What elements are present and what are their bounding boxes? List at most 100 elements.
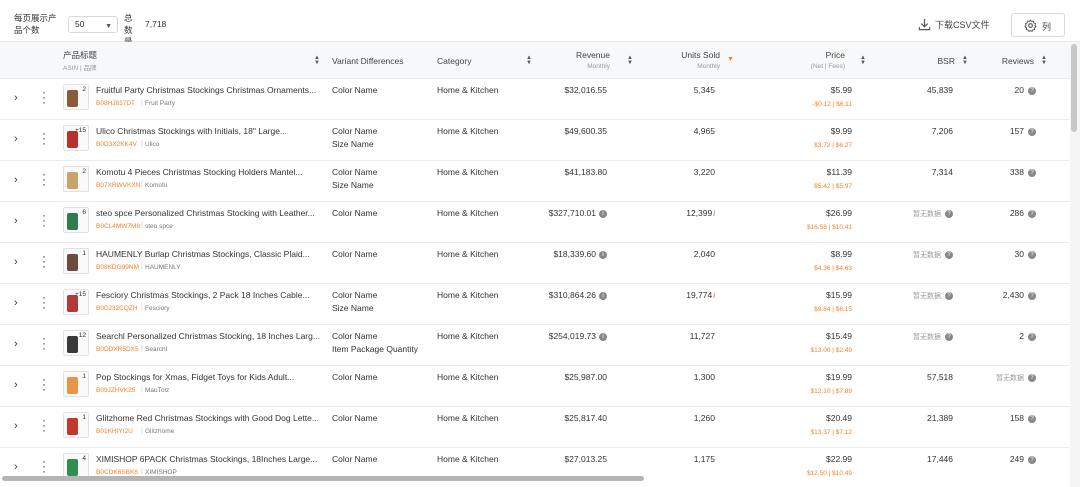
- more-options-icon[interactable]: · · ·: [40, 414, 48, 436]
- product-title[interactable]: Pop Stockings for Xmas, Fidget Toys for …: [96, 372, 294, 382]
- help-icon[interactable]: ?: [1028, 373, 1036, 382]
- product-asin[interactable]: B07XRWVKXN: [96, 182, 140, 189]
- help-icon[interactable]: ?: [1028, 455, 1036, 464]
- product-asin[interactable]: B0D3X2KK4V: [96, 141, 137, 148]
- sort-icon-revenue[interactable]: ▲ ▼: [627, 55, 633, 66]
- table-row[interactable]: › · · · 1 HAUMENLY Burlap Christmas Stocki…: [0, 243, 1070, 284]
- reviews-cell: 30?: [1015, 249, 1036, 259]
- product-title[interactable]: Searchl Personalized Christmas Stocking,…: [96, 331, 320, 341]
- alert-flag-icon[interactable]: i: [713, 209, 715, 218]
- product-title[interactable]: HAUMENLY Burlap Christmas Stockings, Cla…: [96, 249, 310, 259]
- sort-icon-bsr[interactable]: ▲ ▼: [962, 55, 968, 66]
- info-icon[interactable]: i: [599, 291, 607, 300]
- product-thumbnail[interactable]: 1: [63, 248, 89, 274]
- help-icon[interactable]: ?: [1028, 250, 1036, 259]
- more-options-icon[interactable]: · · ·: [40, 455, 48, 477]
- horizontal-scrollbar[interactable]: [0, 474, 1070, 482]
- sort-icon-category[interactable]: ▲ ▼: [526, 55, 532, 66]
- expand-row-chevron-icon[interactable]: ›: [14, 461, 24, 473]
- table-row[interactable]: › · · · 1 Glitzhome Red Christmas Stocking…: [0, 407, 1070, 448]
- product-asin[interactable]: B08KDG99NM: [96, 264, 139, 271]
- help-icon[interactable]: ?: [1028, 168, 1036, 177]
- help-icon[interactable]: ?: [945, 209, 953, 218]
- product-asin[interactable]: B08HJ817DT: [96, 100, 135, 107]
- price-net-fees: $4.36 | $4.63: [814, 265, 852, 272]
- info-icon[interactable]: i: [599, 250, 607, 259]
- product-title[interactable]: Fesciory Christmas Stockings, 2 Pack 18 …: [96, 290, 310, 300]
- help-icon[interactable]: ?: [1028, 86, 1036, 95]
- help-icon[interactable]: ?: [945, 332, 953, 341]
- product-title[interactable]: Ulico Christmas Stockings with Initials,…: [96, 126, 287, 136]
- more-options-icon[interactable]: · · ·: [40, 168, 48, 190]
- product-thumbnail[interactable]: 12: [63, 330, 89, 356]
- vertical-scrollbar[interactable]: [1070, 42, 1080, 487]
- expand-row-chevron-icon[interactable]: ›: [14, 133, 24, 145]
- download-csv-button[interactable]: 下载CSV文件: [912, 14, 1002, 36]
- product-asin[interactable]: B09JZHVK25: [96, 387, 135, 394]
- price-net-fees: $5.42 | $5.97: [814, 183, 852, 190]
- help-icon[interactable]: ?: [1028, 127, 1036, 136]
- product-thumbnail[interactable]: +15: [63, 125, 89, 151]
- product-title[interactable]: XIMISHOP 6PACK Christmas Stockings, 18In…: [96, 454, 317, 464]
- product-asin[interactable]: B0DDXR5DX5: [96, 346, 139, 353]
- product-thumbnail[interactable]: 6: [63, 207, 89, 233]
- product-thumbnail[interactable]: +15: [63, 289, 89, 315]
- alert-flag-icon[interactable]: i: [713, 291, 715, 300]
- product-asin[interactable]: B0DJ32CQZH: [96, 305, 138, 312]
- table-row[interactable]: › · · · +15 Ulico Christmas Stockings with…: [0, 120, 1070, 161]
- product-thumbnail[interactable]: 2: [63, 84, 89, 110]
- help-icon[interactable]: ?: [1028, 414, 1036, 423]
- help-icon[interactable]: ?: [1028, 209, 1036, 218]
- more-options-icon[interactable]: · · ·: [40, 373, 48, 395]
- sort-icon-reviews[interactable]: ▲ ▼: [1041, 55, 1047, 66]
- product-thumbnail[interactable]: 2: [63, 166, 89, 192]
- asin-brand-separator: |: [141, 427, 143, 434]
- more-options-icon[interactable]: · · ·: [40, 332, 48, 354]
- sort-desc-icon-units[interactable]: ▼: [727, 56, 734, 63]
- per-page-select[interactable]: 50 ▼: [68, 16, 118, 33]
- expand-row-chevron-icon[interactable]: ›: [14, 256, 24, 268]
- more-options-icon[interactable]: · · ·: [40, 127, 48, 149]
- more-options-icon[interactable]: · · ·: [40, 209, 48, 231]
- help-icon[interactable]: ?: [945, 291, 953, 300]
- horizontal-scroll-thumb[interactable]: [2, 476, 644, 481]
- expand-row-chevron-icon[interactable]: ›: [14, 215, 24, 227]
- help-icon[interactable]: ?: [1028, 291, 1036, 300]
- sort-icon-title[interactable]: ▲ ▼: [314, 55, 320, 66]
- expand-row-chevron-icon[interactable]: ›: [14, 338, 24, 350]
- product-title[interactable]: Glitzhome Red Christmas Stockings with G…: [96, 413, 319, 423]
- bsr-cell: 17,446: [927, 454, 953, 464]
- more-options-icon[interactable]: · · ·: [40, 250, 48, 272]
- expand-row-chevron-icon[interactable]: ›: [14, 297, 24, 309]
- info-icon[interactable]: i: [599, 332, 607, 341]
- info-icon[interactable]: i: [599, 209, 607, 218]
- sort-icon-price[interactable]: ▲ ▼: [860, 55, 866, 66]
- table-row[interactable]: › · · · +15 Fesciory Christmas Stockings, …: [0, 284, 1070, 325]
- product-title[interactable]: Komotu 4 Pieces Christmas Stocking Holde…: [96, 167, 302, 177]
- more-options-icon[interactable]: · · ·: [40, 86, 48, 108]
- table-row[interactable]: › · · · 6 steo spce Personalized Christmas…: [0, 202, 1070, 243]
- expand-row-chevron-icon[interactable]: ›: [14, 420, 24, 432]
- more-options-icon[interactable]: · · ·: [40, 291, 48, 313]
- table-row[interactable]: › · · · 12 Searchl Personalized Christmas …: [0, 325, 1070, 366]
- expand-row-chevron-icon[interactable]: ›: [14, 174, 24, 186]
- product-title[interactable]: Fruitful Party Christmas Stockings Chris…: [96, 85, 316, 95]
- price-net-fees: $12.10 | $7.89: [810, 388, 852, 395]
- help-icon[interactable]: ?: [1028, 332, 1036, 341]
- vertical-scroll-thumb[interactable]: [1071, 44, 1077, 132]
- product-title[interactable]: steo spce Personalized Christmas Stockin…: [96, 208, 315, 218]
- columns-button[interactable]: 列: [1011, 13, 1065, 37]
- table-row[interactable]: › · · · 2 Fruitful Party Christmas Stockin…: [0, 79, 1070, 120]
- product-brand: HAUMENLY: [145, 264, 181, 271]
- product-asin[interactable]: B01KHIYI2U: [96, 428, 133, 435]
- variant-count: 1: [82, 414, 86, 421]
- table-row[interactable]: › · · · 1 Pop Stockings for Xmas, Fidget T…: [0, 366, 1070, 407]
- product-thumbnail[interactable]: 1: [63, 371, 89, 397]
- help-icon[interactable]: ?: [945, 250, 953, 259]
- revenue-value: $327,710.01: [548, 208, 596, 218]
- product-asin[interactable]: B0CL4MW7M8: [96, 223, 140, 230]
- table-row[interactable]: › · · · 2 Komotu 4 Pieces Christmas Stocki…: [0, 161, 1070, 202]
- product-thumbnail[interactable]: 1: [63, 412, 89, 438]
- expand-row-chevron-icon[interactable]: ›: [14, 379, 24, 391]
- expand-row-chevron-icon[interactable]: ›: [14, 92, 24, 104]
